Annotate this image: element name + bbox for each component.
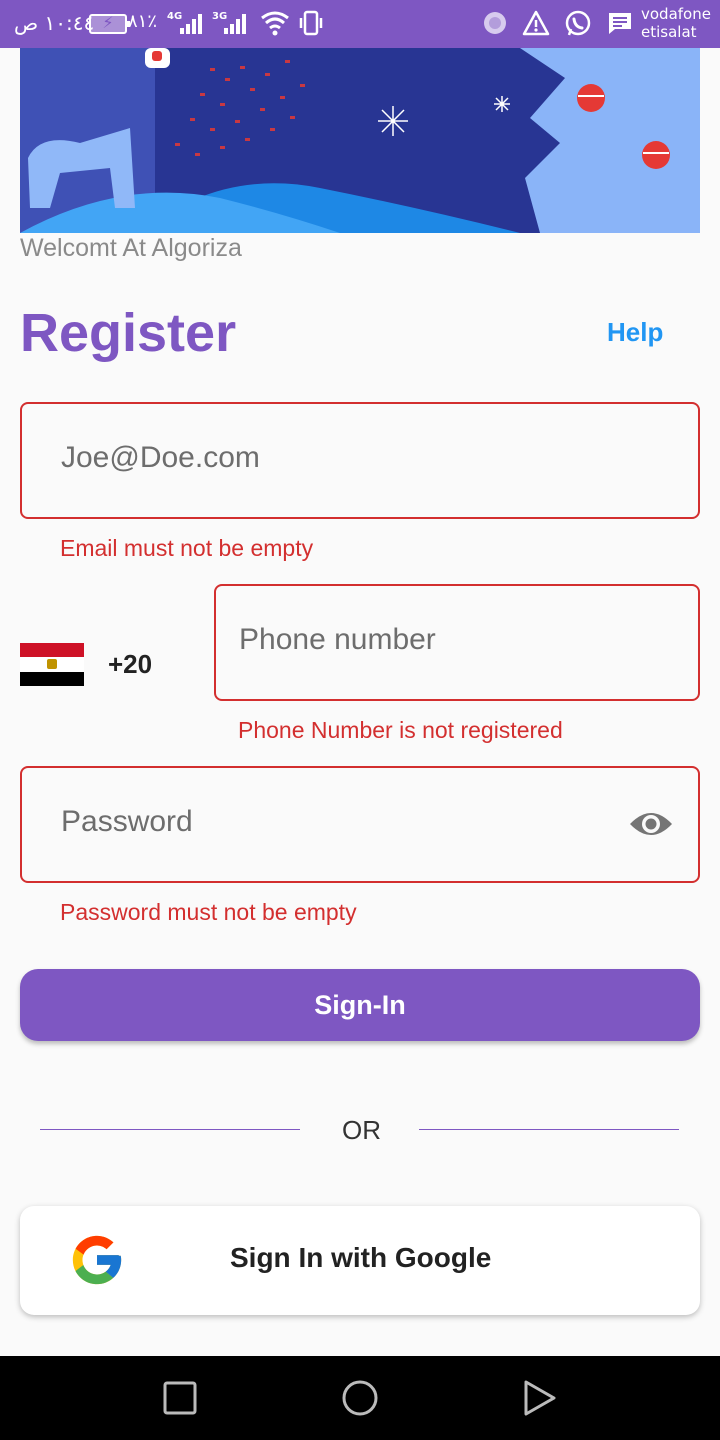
phone-error: Phone Number is not registered: [238, 717, 563, 743]
sign-in-button[interactable]: Sign-In: [20, 969, 700, 1041]
banner-illustration: [20, 48, 700, 233]
email-placeholder: Joe@Doe.com: [61, 441, 260, 474]
back-triangle-icon[interactable]: [520, 1378, 560, 1418]
status-time: ١٠:٤٤ ص: [14, 11, 95, 35]
signal-4g-icon: [180, 14, 206, 34]
dial-code[interactable]: +20: [108, 649, 152, 680]
battery-percent: ٨١٪: [128, 11, 158, 32]
vibrate-icon: [299, 10, 323, 36]
whatsapp-icon: [565, 10, 591, 36]
email-field[interactable]: Joe@Doe.com: [20, 402, 700, 519]
divider-left: [40, 1129, 300, 1130]
or-label: OR: [342, 1115, 381, 1145]
divider-right: [419, 1129, 679, 1130]
google-sign-in-label: Sign In with Google: [230, 1242, 492, 1273]
phone-placeholder: Phone number: [239, 623, 436, 656]
signal-3g-icon: [224, 14, 250, 34]
help-link[interactable]: Help: [607, 317, 663, 348]
carrier-2: etisalat: [641, 23, 697, 41]
email-error: Email must not be empty: [60, 535, 314, 561]
carrier-1: vodafone: [641, 5, 711, 23]
home-circle-icon[interactable]: [340, 1378, 380, 1418]
google-sign-in-button[interactable]: Sign In with Google: [20, 1206, 700, 1315]
recents-square-icon[interactable]: [160, 1378, 200, 1418]
message-icon: [609, 13, 631, 34]
warning-icon: [522, 10, 550, 36]
phone-field[interactable]: Phone number: [214, 584, 700, 701]
password-placeholder: Password: [61, 805, 193, 838]
sync-icon: [484, 12, 506, 34]
wifi-icon: [261, 11, 289, 36]
system-nav-bar: [0, 1356, 720, 1440]
password-field[interactable]: Password: [20, 766, 700, 883]
battery-charging-icon: ⚡: [89, 13, 130, 34]
google-icon: [72, 1235, 122, 1285]
page-title: Register: [20, 303, 237, 363]
password-error: Password must not be empty: [60, 899, 357, 925]
carrier-names: vodafone etisalat: [641, 5, 711, 41]
eye-icon[interactable]: [628, 806, 674, 842]
welcome-text: Welcomt At Algoriza: [20, 234, 242, 262]
status-bar: ١٠:٤٤ ص ⚡ ٨١٪ 4G 3G vodafone etisalat: [0, 0, 720, 48]
egypt-flag-icon[interactable]: [20, 643, 84, 686]
